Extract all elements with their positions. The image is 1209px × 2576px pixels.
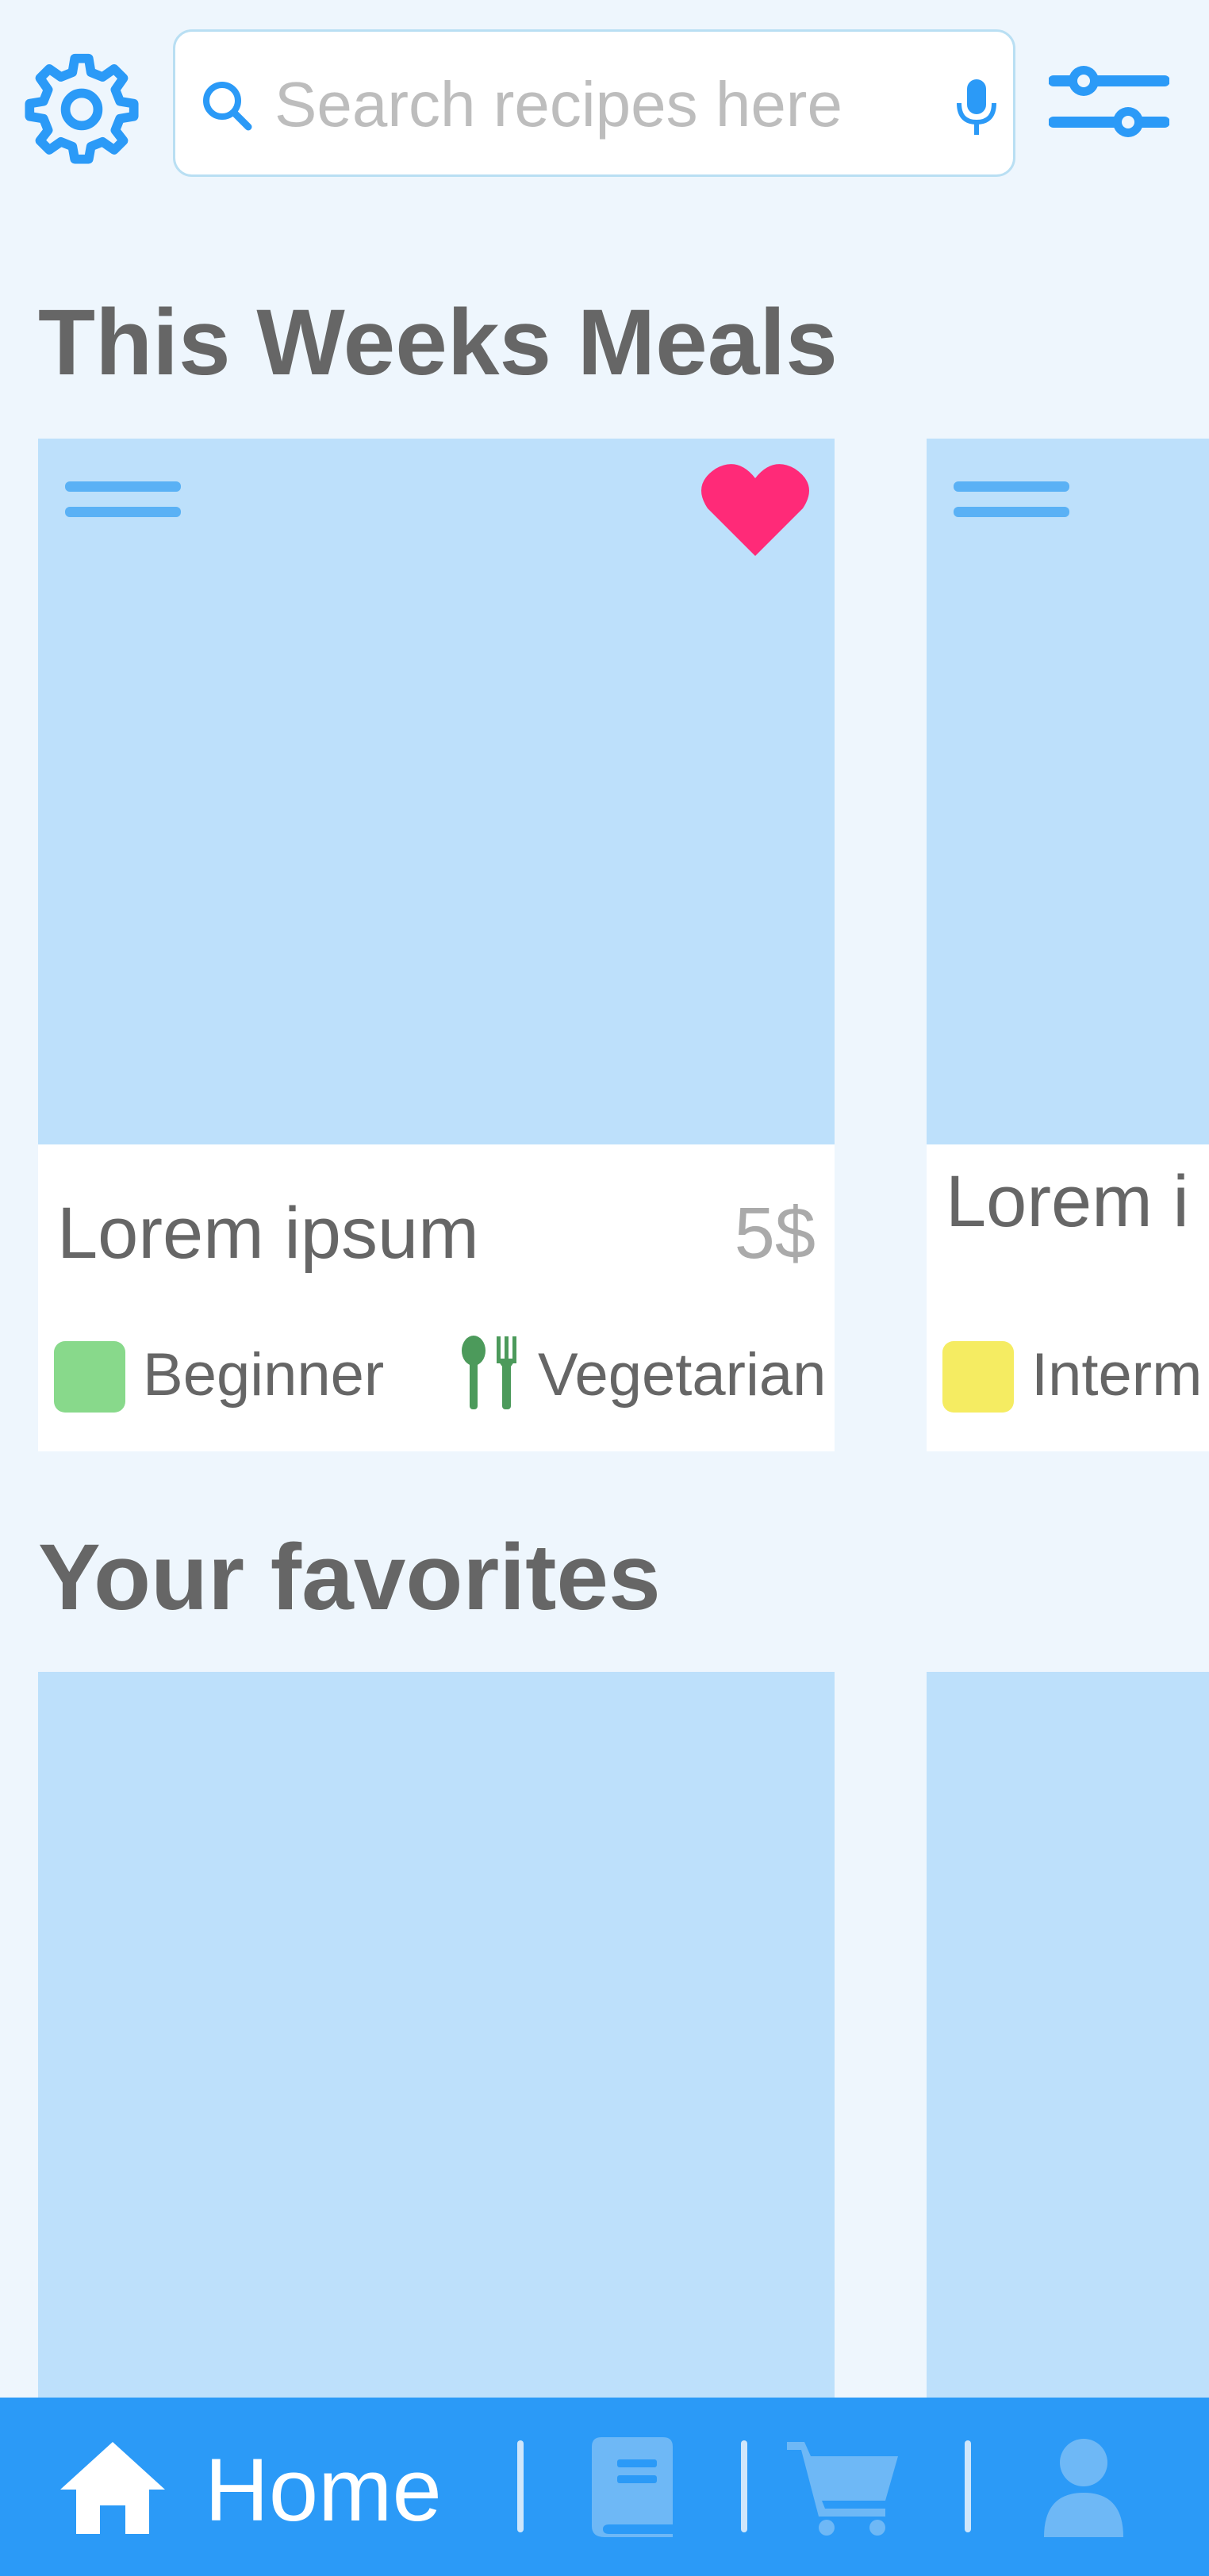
sliders-icon[interactable] xyxy=(1049,60,1169,143)
difficulty-label: Beginner xyxy=(143,1341,385,1409)
diet-label: Vegetarian xyxy=(538,1341,827,1409)
home-icon xyxy=(60,2442,165,2534)
nav-home-label: Home xyxy=(205,2440,442,2540)
bottom-navigation: Home xyxy=(0,2398,1209,2576)
microphone-icon[interactable] xyxy=(954,76,999,138)
meal-card[interactable]: Lorem i Interm xyxy=(927,439,1209,1451)
favorites-heading: Your favorites xyxy=(38,1525,661,1630)
recipe-book-icon[interactable] xyxy=(590,2437,673,2537)
gear-icon xyxy=(25,53,139,164)
meal-card[interactable]: Lorem ipsum 5$ Beginner Vegetarian xyxy=(38,439,835,1451)
heart-icon[interactable] xyxy=(700,461,811,559)
favorite-card[interactable] xyxy=(38,1672,835,2398)
cart-icon[interactable] xyxy=(787,2437,900,2536)
weekly-meals-heading: This Weeks Meals xyxy=(38,290,838,395)
meal-title: Lorem ipsum xyxy=(57,1193,479,1274)
utensils-icon xyxy=(462,1336,516,1409)
nav-divider xyxy=(741,2440,747,2532)
favorite-card[interactable] xyxy=(927,1672,1209,2398)
meal-title: Lorem i xyxy=(946,1161,1189,1242)
search-bar[interactable] xyxy=(173,29,1015,177)
nav-divider xyxy=(517,2440,524,2532)
search-icon xyxy=(203,82,252,131)
menu-icon[interactable] xyxy=(954,477,1069,524)
settings-button[interactable] xyxy=(24,49,140,165)
difficulty-label: Interm xyxy=(1031,1341,1203,1409)
search-input[interactable] xyxy=(274,56,893,154)
menu-icon[interactable] xyxy=(65,477,181,524)
nav-item-home[interactable]: Home xyxy=(48,2398,476,2576)
meal-price: 5$ xyxy=(734,1193,816,1274)
difficulty-indicator xyxy=(942,1341,1014,1413)
nav-divider xyxy=(965,2440,971,2532)
profile-icon[interactable] xyxy=(1042,2437,1125,2537)
difficulty-indicator xyxy=(54,1341,125,1413)
meal-image xyxy=(927,439,1209,1144)
